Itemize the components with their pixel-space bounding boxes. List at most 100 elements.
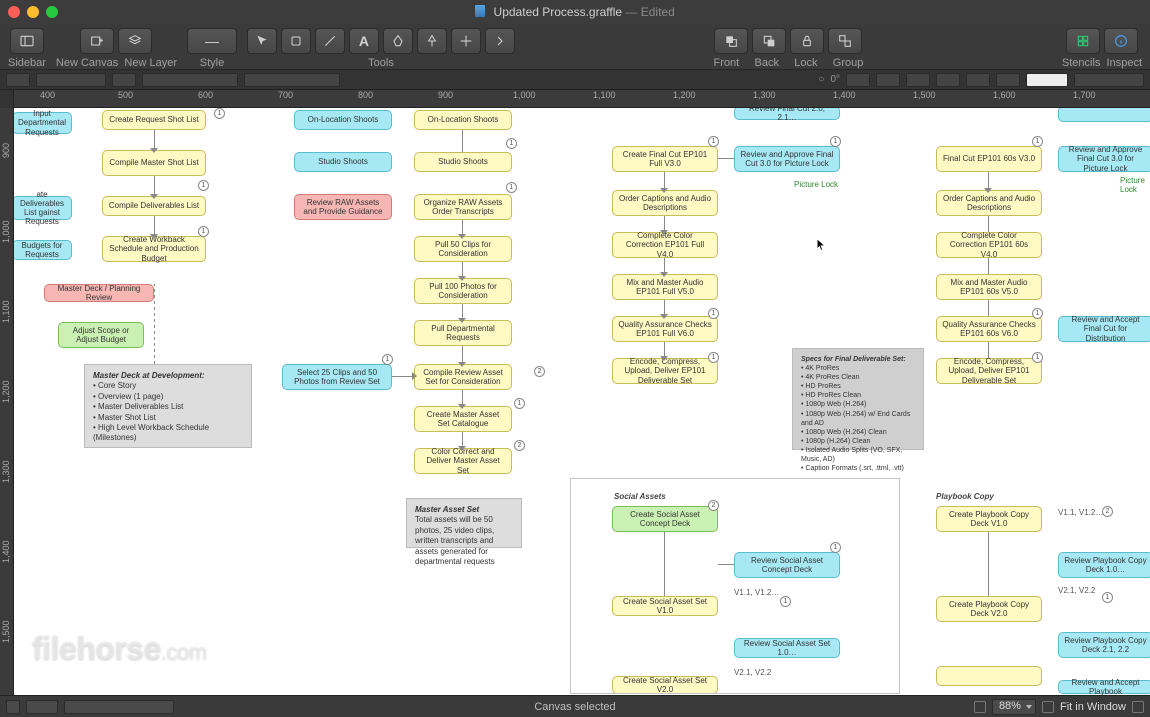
tool-diagram[interactable] bbox=[417, 28, 447, 54]
node[interactable]: Quality Assurance Checks EP101 Full V6.0 bbox=[612, 316, 718, 342]
node[interactable]: Create Workback Schedule and Production … bbox=[102, 236, 206, 262]
node[interactable]: Review and Approve Final Cut 3.0 for Pic… bbox=[1058, 146, 1150, 172]
new-layer-button[interactable] bbox=[118, 28, 152, 54]
inspect-button[interactable] bbox=[1104, 28, 1138, 54]
stencils-button[interactable] bbox=[1066, 28, 1100, 54]
horizontal-ruler: 400 500 600 700 800 900 1,000 1,100 1,20… bbox=[0, 90, 1150, 108]
node[interactable]: Pull Departmental Requests bbox=[414, 320, 512, 346]
node[interactable]: Input Departmental Requests bbox=[14, 112, 72, 134]
prop-align1[interactable] bbox=[846, 73, 870, 87]
node[interactable]: Create Playbook Copy Deck V2.0 bbox=[936, 596, 1042, 622]
node[interactable]: Complete Color Correction EP101 Full V4.… bbox=[612, 232, 718, 258]
status-handle[interactable] bbox=[6, 700, 20, 714]
node[interactable]: Organize RAW Assets Order Transcripts bbox=[414, 194, 512, 220]
prop-stroke[interactable] bbox=[112, 73, 136, 87]
prop-fill[interactable] bbox=[6, 73, 30, 87]
node[interactable]: Create Playbook Copy Deck V1.0 bbox=[936, 506, 1042, 532]
node[interactable]: Create Social Asset Concept Deck bbox=[612, 506, 718, 532]
node[interactable]: Complete Color Correction EP101 60s V4.0 bbox=[936, 232, 1042, 258]
note[interactable]: Master Deck at Development: • Core Story… bbox=[84, 364, 252, 448]
status-corner[interactable] bbox=[1132, 701, 1144, 713]
node[interactable]: Final Cut EP101 60s V3.0 bbox=[936, 146, 1042, 172]
node[interactable]: Encode, Compress, Upload, Deliver EP101 … bbox=[936, 358, 1042, 384]
prop-shadow[interactable] bbox=[244, 73, 340, 87]
style-button[interactable]: — bbox=[187, 28, 237, 54]
note[interactable]: Specs for Final Deliverable Set: • 4K Pr… bbox=[792, 348, 924, 450]
node[interactable]: On-Location Shoots bbox=[294, 110, 392, 130]
node[interactable]: Select 25 Clips and 50 Photos from Revie… bbox=[282, 364, 392, 390]
zoom-in-icon[interactable] bbox=[1042, 701, 1054, 713]
node[interactable]: Create Final Cut EP101 Full V3.0 bbox=[612, 146, 718, 172]
node[interactable]: Review and Accept Playbook bbox=[1058, 680, 1150, 694]
node[interactable]: Compile Deliverables List bbox=[102, 196, 206, 216]
front-button[interactable] bbox=[714, 28, 748, 54]
group-button[interactable] bbox=[828, 28, 862, 54]
window-minimize[interactable] bbox=[27, 6, 39, 18]
node[interactable]: Review RAW Assets and Provide Guidance bbox=[294, 194, 392, 220]
node[interactable]: Color Correct and Deliver Master Asset S… bbox=[414, 448, 512, 474]
prop-valign3[interactable] bbox=[996, 73, 1020, 87]
prop-fontsel[interactable] bbox=[1074, 73, 1144, 87]
node[interactable]: ate Deliverables List gainst Requests bbox=[14, 196, 72, 220]
node[interactable]: Studio Shoots bbox=[414, 152, 512, 172]
sidebar-toggle[interactable] bbox=[10, 28, 44, 54]
canvas[interactable]: Input Departmental Requests Create Reque… bbox=[14, 108, 1150, 695]
tool-pen[interactable] bbox=[383, 28, 413, 54]
node[interactable]: Encode, Compress, Upload, Deliver EP101 … bbox=[612, 358, 718, 384]
note[interactable]: Master Asset SetTotal assets will be 50 … bbox=[406, 498, 522, 548]
node[interactable]: Budgets for Requests bbox=[14, 240, 72, 260]
node[interactable]: Order Captions and Audio Descriptions bbox=[936, 190, 1042, 216]
node[interactable]: On-Location Shoots bbox=[414, 110, 512, 130]
prop-align3[interactable] bbox=[906, 73, 930, 87]
node[interactable]: Pull 100 Photos for Consideration bbox=[414, 278, 512, 304]
fit-window[interactable]: Fit in Window bbox=[1060, 701, 1126, 713]
status-nav[interactable] bbox=[26, 700, 58, 714]
prop-valign1[interactable] bbox=[936, 73, 960, 87]
tool-point[interactable] bbox=[451, 28, 481, 54]
watermark: filehorse.com bbox=[32, 630, 207, 667]
node[interactable]: Order Captions and Audio Descriptions bbox=[612, 190, 718, 216]
tool-browse[interactable] bbox=[485, 28, 515, 54]
node[interactable]: Compile Review Asset Set for Considerati… bbox=[414, 364, 512, 390]
zoom-select[interactable]: 88% bbox=[992, 699, 1036, 715]
zoom-out-icon[interactable] bbox=[974, 701, 986, 713]
tool-line[interactable] bbox=[315, 28, 345, 54]
prop-valign2[interactable] bbox=[966, 73, 990, 87]
tool-text[interactable]: A bbox=[349, 28, 379, 54]
node[interactable]: Compile Master Shot List bbox=[102, 150, 206, 176]
node[interactable]: Mix and Master Audio EP101 Full V5.0 bbox=[612, 274, 718, 300]
node[interactable]: Review Social Asset Concept Deck bbox=[734, 552, 840, 578]
node[interactable]: Create Social Asset Set V2.0 bbox=[612, 676, 718, 694]
status-slider[interactable] bbox=[64, 700, 174, 714]
back-button[interactable] bbox=[752, 28, 786, 54]
node[interactable]: Review and Approve Final Cut 3.0 for Pic… bbox=[734, 146, 840, 172]
prop-align2[interactable] bbox=[876, 73, 900, 87]
node[interactable]: Review Social Asset Set 1.0… bbox=[734, 638, 840, 658]
picture-lock-label: Picture Lock bbox=[794, 180, 838, 189]
node[interactable]: Review Playbook Copy Deck 2.1, 2.2 bbox=[1058, 632, 1150, 658]
tool-shape[interactable] bbox=[281, 28, 311, 54]
node[interactable]: Adjust Scope or Adjust Budget bbox=[58, 322, 144, 348]
mouse-cursor bbox=[816, 238, 826, 252]
node[interactable]: Create Social Asset Set V1.0 bbox=[612, 596, 718, 616]
node[interactable]: Review Final Cut 2.0, 2.1… bbox=[734, 108, 840, 120]
node[interactable]: Mix and Master Audio EP101 60s V5.0 bbox=[936, 274, 1042, 300]
node[interactable]: Create Master Asset Set Catalogue bbox=[414, 406, 512, 432]
prop-fill-sel[interactable] bbox=[36, 73, 106, 87]
node[interactable]: Studio Shoots bbox=[294, 152, 392, 172]
prop-font[interactable] bbox=[1026, 73, 1068, 87]
node[interactable]: Master Deck / Planning Review bbox=[44, 284, 154, 302]
node[interactable]: Create Request Shot List bbox=[102, 110, 206, 130]
lock-button[interactable] bbox=[790, 28, 824, 54]
node[interactable]: Review Playbook Copy Deck 1.0… bbox=[1058, 552, 1150, 578]
node[interactable]: Review and Accept Final Cut for Distribu… bbox=[1058, 316, 1150, 342]
new-canvas-button[interactable] bbox=[80, 28, 114, 54]
node[interactable] bbox=[936, 666, 1042, 686]
prop-line[interactable] bbox=[142, 73, 238, 87]
window-zoom[interactable] bbox=[46, 6, 58, 18]
node[interactable]: Quality Assurance Checks EP101 60s V6.0 bbox=[936, 316, 1042, 342]
node[interactable] bbox=[1058, 108, 1150, 122]
tool-select[interactable] bbox=[247, 28, 277, 54]
node[interactable]: Pull 50 Clips for Consideration bbox=[414, 236, 512, 262]
window-close[interactable] bbox=[8, 6, 20, 18]
